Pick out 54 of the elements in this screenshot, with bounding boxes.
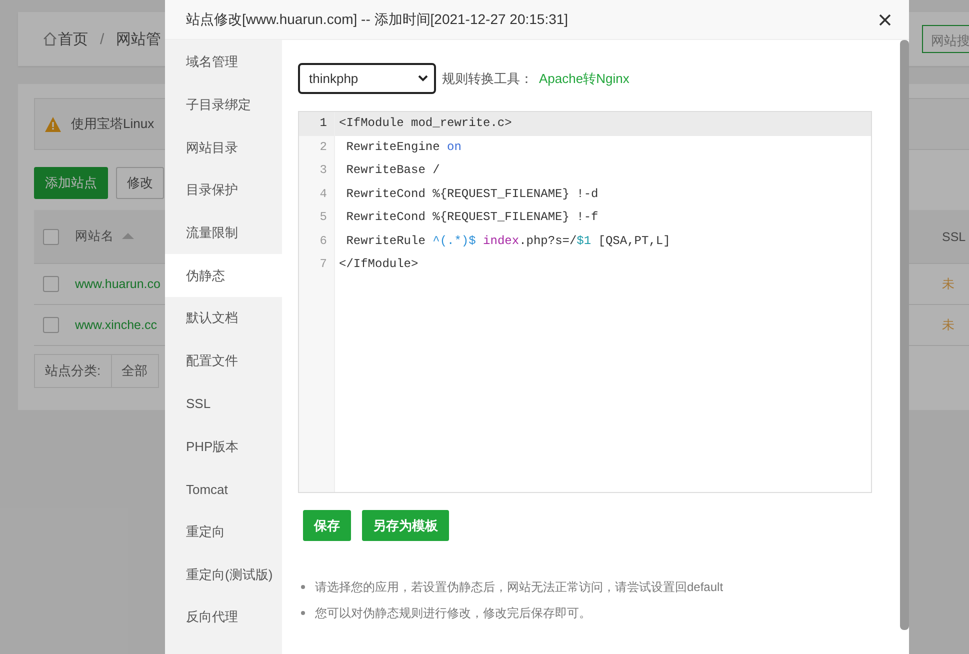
sidebar-item[interactable]: PHP版本 <box>165 425 282 468</box>
toolbar-button[interactable]: 修改 <box>116 167 164 199</box>
sidebar-item[interactable]: SSL <box>165 382 282 426</box>
sort-arrow-icon[interactable] <box>122 232 134 240</box>
sidebar-item[interactable]: 伪静态 <box>165 254 282 298</box>
chevron-down-icon <box>418 75 428 82</box>
sidebar-item[interactable]: 域名管理 <box>165 41 282 84</box>
code-line: RewriteEngine on <box>345 138 462 156</box>
ssl-status: 未 <box>942 318 955 332</box>
line-number: 1 <box>299 112 334 136</box>
sidebar-item[interactable]: Tomcat <box>165 468 282 511</box>
sidebar-item[interactable]: 流量限制 <box>165 212 282 254</box>
sidebar-item[interactable]: 重定向(测试版) <box>165 553 282 596</box>
converter-label: 规则转换工具： <box>442 70 533 88</box>
close-icon[interactable] <box>879 14 891 26</box>
notice-text: 使用宝塔Linux <box>71 115 154 133</box>
column-header[interactable]: 网站名 <box>75 229 114 243</box>
line-number: 2 <box>318 138 328 156</box>
breadcrumb-separator: / <box>100 30 104 48</box>
ssl-status: 未 <box>942 276 955 290</box>
code-line: RewriteBase / <box>345 162 441 179</box>
checkbox[interactable] <box>43 317 59 333</box>
line-number: 6 <box>318 232 328 250</box>
line-number: 4 <box>318 186 328 202</box>
line-number: 7 <box>318 256 328 273</box>
breadcrumb-link[interactable]: 首页 <box>58 30 88 48</box>
code-line: RewriteCond %{REQUEST_FILENAME} !-d <box>345 186 600 202</box>
help-note: 您可以对伪静态规则进行修改，修改完后保存即可。 <box>315 605 591 621</box>
code-line: RewriteCond %{REQUEST_FILENAME} !-f <box>345 209 600 226</box>
code-line: </IfModule> <box>338 256 420 273</box>
code-line: RewriteRule ^(.*)$ index.php?s=/$1 [QSA,PT,L] <box>345 232 672 250</box>
breadcrumb-link[interactable]: 网站管 <box>116 30 162 48</box>
checkbox[interactable] <box>43 228 59 244</box>
home-icon <box>42 31 58 47</box>
sidebar-item[interactable]: 网站目录 <box>165 126 282 170</box>
scrollbar[interactable] <box>900 40 909 630</box>
category-label: 站点分类: <box>44 362 102 380</box>
line-number: 3 <box>318 162 328 179</box>
preset-select[interactable]: thinkphp <box>298 63 436 94</box>
code-editor[interactable]: 1 2 3 4 5 6 7 <IfModule mod_rewrite.c> RewriteEngine on RewriteBase / RewriteCond %{REQUEST_FILENAME} !-d RewriteCond %{REQUEST_FILENAME} !-f RewriteRule ^(.*)$ index.php?s=/$1 [QSA,PT,L] </IfModule> <box>298 111 872 493</box>
line-number: 5 <box>318 209 328 226</box>
sidebar-item[interactable]: 反向代理 <box>165 596 282 639</box>
sidebar-item[interactable]: 子目录绑定 <box>165 84 282 126</box>
bullet-icon <box>301 585 305 589</box>
checkbox[interactable] <box>43 276 59 292</box>
dialog-title: 站点修改[www.huarun.com] -- 添加时间[2021-12-27 20:15:31] <box>186 10 568 28</box>
sidebar-item[interactable]: 默认文档 <box>165 297 282 340</box>
sidebar-item[interactable]: 配置文件 <box>165 340 282 382</box>
help-note: 请选择您的应用，若设置伪静态后，网站无法正常访问，请尝试设置回default <box>315 579 724 595</box>
sidebar-item[interactable]: 目录保护 <box>165 169 282 212</box>
category-select[interactable]: 全部 <box>110 355 158 387</box>
bullet-icon <box>301 611 305 615</box>
warning-icon <box>45 116 61 132</box>
sidebar-item[interactable]: 重定向 <box>165 510 282 554</box>
